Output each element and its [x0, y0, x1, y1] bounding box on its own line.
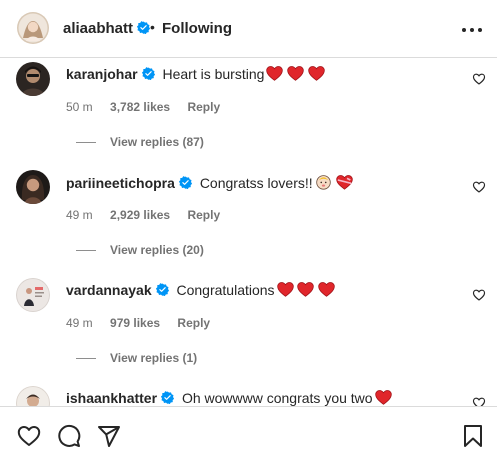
following-button[interactable]: Following — [162, 20, 232, 37]
replies-line — [76, 142, 96, 144]
commenter-username[interactable]: ishaankhatter — [66, 390, 157, 406]
commenter-avatar[interactable] — [16, 386, 50, 406]
comment-likes[interactable]: 2,929 likes — [110, 208, 170, 222]
post-header: aliaabhatt • Following — [0, 0, 497, 58]
heart-outline-icon[interactable] — [17, 424, 41, 448]
reply-button[interactable]: Reply — [187, 100, 220, 114]
replies-line — [76, 250, 96, 252]
comment-meta: 49 m 2,929 likes Reply — [66, 208, 234, 222]
verified-badge-icon — [179, 176, 192, 189]
comment-text-row: vardannayak Congratulations — [66, 282, 335, 300]
verified-badge-icon — [156, 283, 169, 296]
red-heart-emoji-icon — [375, 390, 392, 405]
verified-badge-icon — [137, 21, 150, 34]
heart-emojis — [375, 390, 392, 406]
commenter-username[interactable]: karanjohar — [66, 66, 138, 82]
separator-dot: • — [150, 19, 155, 35]
post-author-name[interactable]: aliaabhatt — [63, 20, 133, 37]
reply-button[interactable]: Reply — [177, 316, 210, 330]
bookmark-icon[interactable] — [461, 424, 485, 448]
comment-bubble-icon[interactable] — [57, 424, 81, 448]
comment-text-row: pariineetichopra Congratss lovers!! — [66, 174, 353, 193]
comment-body: Oh wowwww congrats you two — [181, 390, 373, 406]
comment-text-row: ishaankhatter Oh wowwww congrats you two — [66, 390, 392, 406]
commenter-username[interactable]: pariineetichopra — [66, 175, 175, 191]
comment-body: Congratulations — [176, 282, 275, 298]
baby-face-emoji-icon — [315, 175, 331, 190]
comment-like-icon[interactable] — [472, 72, 486, 86]
comment-time: 49 m — [66, 208, 93, 222]
heart-emojis — [277, 282, 336, 300]
commenter-username[interactable]: vardannayak — [66, 282, 152, 298]
comments-list[interactable]: karanjohar Heart is bursting 50 m 3,782 … — [0, 58, 497, 406]
post-author-username[interactable]: aliaabhatt — [63, 20, 150, 37]
comment-time: 50 m — [66, 100, 93, 114]
commenter-avatar[interactable] — [16, 278, 50, 312]
reply-button[interactable]: Reply — [187, 208, 220, 222]
verified-badge-icon — [161, 391, 174, 404]
view-replies-button[interactable]: View replies (1) — [76, 351, 197, 365]
comment-like-icon[interactable] — [472, 180, 486, 194]
comment-meta: 50 m 3,782 likes Reply — [66, 100, 234, 114]
comment-likes[interactable]: 3,782 likes — [110, 100, 170, 114]
post-action-bar — [0, 406, 497, 459]
red-heart-emoji-icon — [308, 66, 325, 81]
commenter-avatar[interactable] — [16, 62, 50, 96]
heart-with-ribbon-emoji-icon — [335, 175, 353, 190]
more-horizontal-icon[interactable] — [460, 20, 484, 40]
red-heart-emoji-icon — [318, 282, 335, 297]
red-heart-emoji-icon — [266, 66, 283, 81]
view-replies-label[interactable]: View replies (1) — [110, 351, 197, 365]
paper-plane-icon[interactable] — [97, 424, 121, 448]
view-replies-label[interactable]: View replies (20) — [110, 243, 204, 257]
comment-like-icon[interactable] — [472, 288, 486, 302]
replies-line — [76, 358, 96, 360]
view-replies-label[interactable]: View replies (87) — [110, 135, 204, 149]
red-heart-emoji-icon — [297, 282, 314, 297]
comment-like-icon[interactable] — [472, 396, 486, 406]
comment-body: Heart is bursting — [162, 66, 265, 82]
comment-body: Congratss lovers!! — [199, 175, 313, 191]
comment-text-row: karanjohar Heart is bursting — [66, 66, 325, 84]
view-replies-button[interactable]: View replies (20) — [76, 243, 204, 257]
verified-badge-icon — [142, 67, 155, 80]
heart-emojis — [266, 66, 325, 84]
red-heart-emoji-icon — [287, 66, 304, 81]
comment-emojis — [315, 174, 353, 193]
commenter-avatar[interactable] — [16, 170, 50, 204]
comment-likes[interactable]: 979 likes — [110, 316, 160, 330]
profile-avatar[interactable] — [17, 12, 49, 44]
view-replies-button[interactable]: View replies (87) — [76, 135, 204, 149]
red-heart-emoji-icon — [277, 282, 294, 297]
comment-time: 49 m — [66, 316, 93, 330]
comment-meta: 49 m 979 likes Reply — [66, 316, 224, 330]
